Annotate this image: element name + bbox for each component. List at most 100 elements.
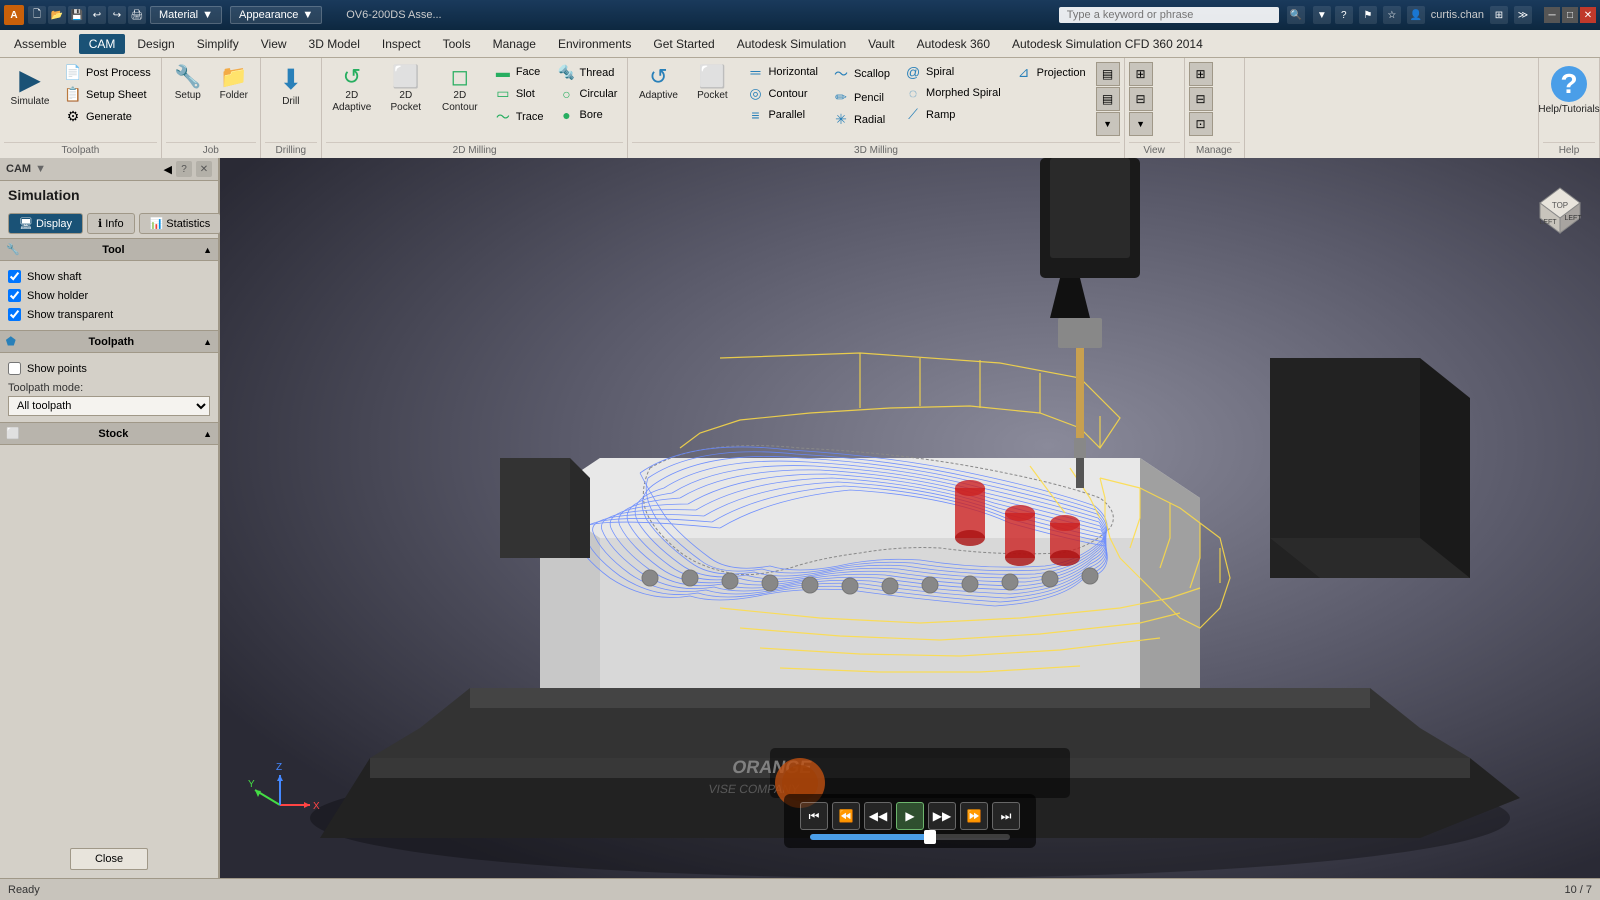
menu-autodesk-sim[interactable]: Autodesk Simulation [727, 34, 856, 54]
drill-button[interactable]: ⬇ Drill [265, 62, 317, 112]
2d-contour-button[interactable]: ◻ 2D Contour [434, 62, 486, 118]
menu-autodesk-360[interactable]: Autodesk 360 [907, 34, 1000, 54]
2d-adaptive-button[interactable]: ↺ 2D Adaptive [326, 62, 378, 118]
section-stock-header[interactable]: ⬜ Stock ▲ [0, 422, 218, 445]
material-dropdown[interactable]: Material ▼ [150, 6, 222, 24]
qa-open[interactable]: 📂 [48, 6, 66, 24]
tab-display[interactable]: 🖥 Display [8, 213, 83, 234]
spiral-icon: @ [904, 64, 922, 80]
toolpath-mode-select[interactable]: All toolpath Current operation Up to cur… [8, 396, 210, 416]
manage-btn-3[interactable]: ⊡ [1189, 112, 1213, 136]
star-btn[interactable]: ☆ [1383, 6, 1401, 24]
manage-btn-2[interactable]: ⊟ [1189, 87, 1213, 111]
folder-button[interactable]: 📁 Folder [212, 62, 256, 106]
qa-redo[interactable]: ↪ [108, 6, 126, 24]
slot-button[interactable]: ▭ Slot [488, 83, 550, 104]
circular-button[interactable]: ○ Circular [552, 84, 624, 104]
panel-help-btn[interactable]: ? [176, 161, 192, 177]
expand-btn[interactable]: ⊞ [1490, 6, 1508, 24]
search-btn[interactable]: 🔍 [1287, 6, 1305, 24]
playback-end-btn[interactable]: ⏭ [992, 802, 1020, 830]
win-minimize[interactable]: ─ [1544, 7, 1560, 23]
trace-button[interactable]: 〜 Trace [488, 105, 550, 129]
playback-step-fwd-btn[interactable]: ▶▶ [928, 802, 956, 830]
pencil-button[interactable]: ✏ Pencil [826, 87, 896, 108]
menu-cam[interactable]: CAM [79, 34, 126, 54]
ramp-button[interactable]: ⟋ Ramp [898, 104, 1007, 125]
view-btn-3[interactable]: ▼ [1129, 112, 1153, 136]
cam-dropdown[interactable]: ▼ [35, 163, 46, 175]
win-maximize[interactable]: □ [1562, 7, 1578, 23]
search-input[interactable] [1059, 7, 1279, 23]
menu-assemble[interactable]: Assemble [4, 34, 77, 54]
tab-statistics[interactable]: 📊 Statistics [139, 213, 222, 234]
menu-manage[interactable]: Manage [483, 34, 546, 54]
3d-more-btn-2[interactable]: ▤ [1096, 87, 1120, 111]
tab-info[interactable]: ℹ Info [87, 213, 135, 234]
setup-button[interactable]: 🔧 Setup [166, 62, 210, 106]
adaptive-button[interactable]: ↺ Adaptive [632, 62, 684, 106]
manage-btn-1[interactable]: ⊞ [1189, 62, 1213, 86]
spiral-button[interactable]: @ Spiral [898, 62, 1007, 82]
menu-tools[interactable]: Tools [433, 34, 481, 54]
menu-environments[interactable]: Environments [548, 34, 641, 54]
simulate-button[interactable]: ▶ Simulate [4, 62, 56, 112]
menu-view[interactable]: View [251, 34, 297, 54]
appearance-dropdown[interactable]: Appearance ▼ [230, 6, 322, 24]
cube-navigator[interactable]: TOP LEFT LEFT [1530, 168, 1590, 238]
playback-play-btn[interactable]: ▶ [896, 802, 924, 830]
section-toolpath-header[interactable]: ⬟ Toolpath ▲ [0, 330, 218, 353]
help-tutorials-button[interactable]: ? Help/Tutorials [1543, 62, 1595, 120]
bore-button[interactable]: ● Bore [552, 105, 624, 125]
view-btn-2[interactable]: ⊟ [1129, 87, 1153, 111]
progress-bar[interactable] [810, 834, 1010, 840]
more-btn[interactable]: ≫ [1514, 6, 1532, 24]
3d-more-btn-3[interactable]: ▼ [1096, 112, 1120, 136]
title-bar: A 🗋 📂 💾 ↩ ↪ 🖨 Material ▼ Appearance ▼ OV… [0, 0, 1600, 30]
panel-close-btn[interactable]: ✕ [196, 161, 212, 177]
generate-button[interactable]: ⚙ Generate [58, 106, 157, 127]
menu-cfd[interactable]: Autodesk Simulation CFD 360 2014 [1002, 34, 1213, 54]
help-icon-btn[interactable]: ? [1335, 6, 1353, 24]
qa-save[interactable]: 💾 [68, 6, 86, 24]
pocket-button[interactable]: ⬜ Pocket [686, 62, 738, 106]
search-options-btn[interactable]: ▼ [1313, 6, 1331, 24]
menu-simplify[interactable]: Simplify [187, 34, 249, 54]
flag-btn[interactable]: ⚑ [1359, 6, 1377, 24]
projection-button[interactable]: ⊿ Projection [1009, 62, 1092, 83]
scallop-button[interactable]: 〜 Scallop [826, 62, 896, 86]
view-btn-1[interactable]: ⊞ [1129, 62, 1153, 86]
win-close[interactable]: ✕ [1580, 7, 1596, 23]
3d-more-btn-1[interactable]: ▤ [1096, 62, 1120, 86]
playback-prev-btn[interactable]: ⏪ [832, 802, 860, 830]
2d-pocket-button[interactable]: ⬜ 2D Pocket [380, 62, 432, 118]
panel-expand-btn[interactable]: ◀ [164, 163, 172, 176]
section-tool-header[interactable]: 🔧 Tool ▲ [0, 238, 218, 261]
contour-button[interactable]: ◎ Contour [740, 83, 824, 104]
qa-print[interactable]: 🖨 [128, 6, 146, 24]
playback-step-back-btn[interactable]: ◀◀ [864, 802, 892, 830]
menu-3dmodel[interactable]: 3D Model [299, 34, 370, 54]
radial-button[interactable]: ✳ Radial [826, 109, 896, 130]
show-points-checkbox[interactable] [8, 362, 21, 375]
menu-get-started[interactable]: Get Started [643, 34, 724, 54]
show-shaft-checkbox[interactable] [8, 270, 21, 283]
menu-design[interactable]: Design [127, 34, 184, 54]
qa-new[interactable]: 🗋 [28, 6, 46, 24]
close-button[interactable]: Close [70, 848, 148, 870]
post-process-button[interactable]: 📄 Post Process [58, 62, 157, 83]
parallel-button[interactable]: ≡ Parallel [740, 105, 824, 125]
qa-undo[interactable]: ↩ [88, 6, 106, 24]
menu-vault[interactable]: Vault [858, 34, 904, 54]
playback-start-btn[interactable]: ⏮ [800, 802, 828, 830]
horizontal-button[interactable]: ═ Horizontal [740, 62, 824, 82]
setup-sheet-button[interactable]: 📋 Setup Sheet [58, 84, 157, 105]
face-button[interactable]: ▬ Face [488, 62, 550, 82]
menu-inspect[interactable]: Inspect [372, 34, 431, 54]
playback-next-btn[interactable]: ⏩ [960, 802, 988, 830]
user-icon[interactable]: 👤 [1407, 6, 1425, 24]
show-transparent-checkbox[interactable] [8, 308, 21, 321]
show-holder-checkbox[interactable] [8, 289, 21, 302]
thread-button[interactable]: 🔩 Thread [552, 62, 624, 83]
morphed-spiral-button[interactable]: ◌ Morphed Spiral [898, 83, 1007, 103]
